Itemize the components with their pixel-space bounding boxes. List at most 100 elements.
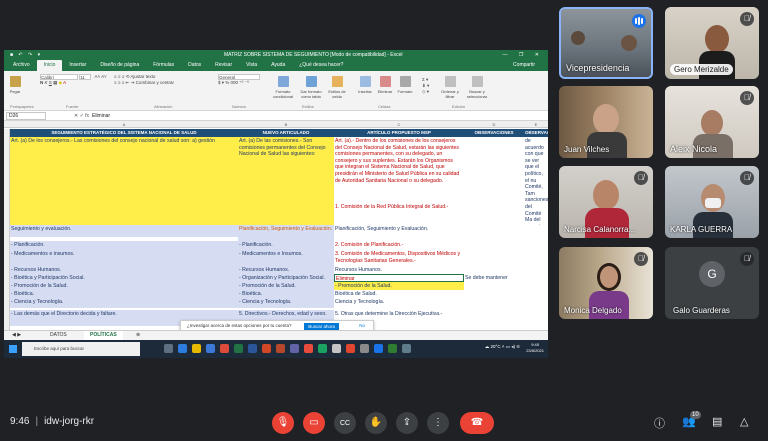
cell-b5[interactable]: - Recursos Humanos.: [238, 266, 334, 274]
word-taskbar-icon[interactable]: [248, 344, 257, 353]
cell-c4[interactable]: 3. Comisión de Medicamentos, Dispositivo…: [334, 250, 464, 266]
tab-review[interactable]: Revisar: [208, 60, 239, 71]
cell-b3[interactable]: - Planificación.: [238, 241, 334, 250]
sheet-nav-icons[interactable]: ◀ ▶: [6, 331, 27, 340]
participant-tile-galo[interactable]: G 🎙̸ Galo Guarderas: [665, 247, 759, 319]
chrome-icon[interactable]: [220, 344, 229, 353]
meeting-code[interactable]: idw-jorg-rkr: [44, 416, 94, 427]
mic-toggle-button[interactable]: 🎙: [272, 412, 294, 434]
spreadsheet-grid[interactable]: SEGUIMIENTO ESTRATÉGICO DEL SISTEMA NACI…: [4, 129, 548, 330]
add-sheet-icon[interactable]: ⊕: [130, 331, 146, 340]
format-table-button[interactable]: Dar formato como tabla: [298, 76, 324, 99]
participant-tile-monica[interactable]: 🎙̸ Monica Delgado: [559, 247, 653, 319]
participant-tile-gero[interactable]: 🎙̸ Gero Merizalde: [665, 7, 759, 79]
cell-c1[interactable]: Art. (a).- Dentro de los comisiones de l…: [334, 137, 464, 203]
cell-a4[interactable]: - Medicamentos e insumos.: [10, 250, 238, 266]
store-icon[interactable]: [206, 344, 215, 353]
tell-me-search[interactable]: ¿Qué desea hacer?: [292, 60, 350, 71]
meeting-details-button[interactable]: ⓘ: [654, 415, 665, 431]
cell-b7[interactable]: - Promoción de la Salud.: [238, 282, 334, 290]
cell-d6[interactable]: Se debe mantener: [464, 274, 524, 282]
tab-home[interactable]: Inicio: [36, 60, 63, 71]
present-button[interactable]: ⇪: [396, 412, 418, 434]
underline-button[interactable]: S: [49, 80, 52, 85]
format-cells-button[interactable]: Formato: [396, 76, 414, 94]
sheet-tab-datos[interactable]: DATOS: [44, 331, 73, 340]
find-select-button[interactable]: Buscar y seleccionar: [464, 76, 490, 99]
sort-filter-button[interactable]: Ordenar y filtrar: [438, 76, 462, 99]
halign-icons[interactable]: ≡ ≡ ≡ ⇤ ⇥: [114, 80, 134, 85]
cell-a9[interactable]: - Ciencia y Tecnología.: [10, 298, 238, 308]
activities-button[interactable]: △: [740, 415, 748, 428]
raise-hand-button[interactable]: ✋: [365, 412, 387, 434]
taskbar-search-box[interactable]: Escribe aquí para buscar: [22, 342, 140, 356]
header-cell-e[interactable]: OBSERVAC: [524, 129, 548, 137]
delete-cells-button[interactable]: Eliminar: [376, 76, 394, 94]
system-tray[interactable]: ☁ 20°C ˄ ▭ ◂) ≋: [485, 344, 520, 350]
app5-taskbar-icon[interactable]: [360, 344, 369, 353]
task-view-icon[interactable]: [164, 344, 173, 353]
tab-view[interactable]: Vista: [239, 60, 264, 71]
people-button[interactable]: 👥 10: [682, 411, 701, 428]
window-controls[interactable]: — ❐ ✕: [503, 50, 544, 60]
cell-a5[interactable]: - Recursos Humanos.: [10, 266, 238, 274]
tab-insert[interactable]: Insertar: [62, 60, 93, 71]
cell-b1[interactable]: Art. (a) De las comisiones.- Son comisio…: [238, 137, 334, 225]
fill-color-icon[interactable]: ◆: [59, 80, 62, 85]
number-format-icons[interactable]: $ ▾ % 000 ⁺⁰ ⁻⁰: [218, 80, 249, 85]
col-header-d[interactable]: D: [464, 121, 524, 128]
tab-page-layout[interactable]: Diseño de página: [93, 60, 146, 71]
tab-help[interactable]: Ayuda: [264, 60, 292, 71]
cell-a7[interactable]: - Promoción de la Salud.: [10, 282, 238, 290]
font-name-select[interactable]: Calibri: [40, 74, 78, 80]
cell-b6[interactable]: - Organización y Participación Social.: [238, 274, 334, 282]
cell-e1[interactable]: de acuerdo con que se ver que el polític…: [524, 137, 548, 225]
cell-c8[interactable]: Bioética de Salud.: [334, 290, 464, 298]
col-header-a[interactable]: A: [10, 121, 238, 128]
font-size-select[interactable]: 11: [79, 74, 92, 80]
cell-c7[interactable]: - Promoción de la Salud.: [334, 282, 464, 290]
header-cell-b[interactable]: NUEVO ARTICULADO: [238, 129, 334, 137]
cell-b4[interactable]: - Medicamentos e Insumos.: [238, 250, 334, 266]
quick-access-icons[interactable]: ■ ↶ ↷ ▾: [10, 50, 42, 60]
leave-call-button[interactable]: ☎: [460, 412, 494, 434]
bold-button[interactable]: N: [40, 80, 43, 85]
italic-button[interactable]: K: [45, 80, 48, 85]
cell-c6-selected[interactable]: Eliminar: [334, 274, 464, 282]
tab-data[interactable]: Datos: [181, 60, 208, 71]
fx-icon[interactable]: ✕ ✓ fx: [74, 111, 89, 121]
pdf-taskbar-icon[interactable]: [276, 344, 285, 353]
participant-tile-juan[interactable]: Juan Vilches: [559, 86, 653, 158]
tab-file[interactable]: Archivo: [6, 60, 37, 71]
cell-c2[interactable]: Planificación, Seguimiento y Evaluación.: [334, 225, 464, 237]
number-format-select[interactable]: General: [218, 74, 260, 80]
col-header-e[interactable]: E: [524, 121, 548, 128]
app8-taskbar-icon[interactable]: [402, 344, 411, 353]
cell-a2[interactable]: Seguimiento y evaluación.: [10, 225, 238, 237]
align-icons[interactable]: ≡ ≡ ≡ ⟲: [114, 74, 129, 79]
cell-c1-item[interactable]: 1. Comisión de la Red Pública Integral d…: [334, 203, 464, 213]
cell-a3[interactable]: - Planificación.: [10, 241, 238, 250]
chat-button[interactable]: ▤: [712, 415, 722, 428]
header-cell-d[interactable]: OBSERVACIONES: [464, 129, 524, 137]
formula-input[interactable]: Eliminar: [92, 111, 110, 121]
app-taskbar-icon[interactable]: [304, 344, 313, 353]
cell-b8[interactable]: - Bioética.: [238, 290, 334, 298]
cell-a1[interactable]: Art. (a) De los consejeros.- Las comisio…: [10, 137, 238, 225]
participant-tile-narcisa[interactable]: 🎙̸ Narcisa Calanorra...: [559, 166, 653, 238]
col-header-b[interactable]: B: [238, 121, 334, 128]
excel-taskbar-icon[interactable]: [234, 344, 243, 353]
cell-styles-button[interactable]: Estilos de celda: [326, 76, 348, 99]
participant-tile-aleix[interactable]: 🎙̸ Aleix Nicola: [665, 86, 759, 158]
powerpoint-taskbar-icon[interactable]: [262, 344, 271, 353]
captions-button[interactable]: CC: [334, 412, 356, 434]
participant-tile-vicepresidencia[interactable]: Vicepresidencia: [559, 7, 653, 79]
name-box[interactable]: D26: [6, 112, 46, 120]
cell-d1[interactable]: [464, 137, 524, 225]
app2-taskbar-icon[interactable]: [318, 344, 327, 353]
cell-a6[interactable]: - Bioética y Participación Social.: [10, 274, 238, 282]
cell-a8[interactable]: - Bioética.: [10, 290, 238, 298]
camera-toggle-button[interactable]: ▭: [303, 412, 325, 434]
font-color-icon[interactable]: A: [63, 80, 66, 85]
search-now-button[interactable]: Buscar ahora: [304, 323, 339, 330]
